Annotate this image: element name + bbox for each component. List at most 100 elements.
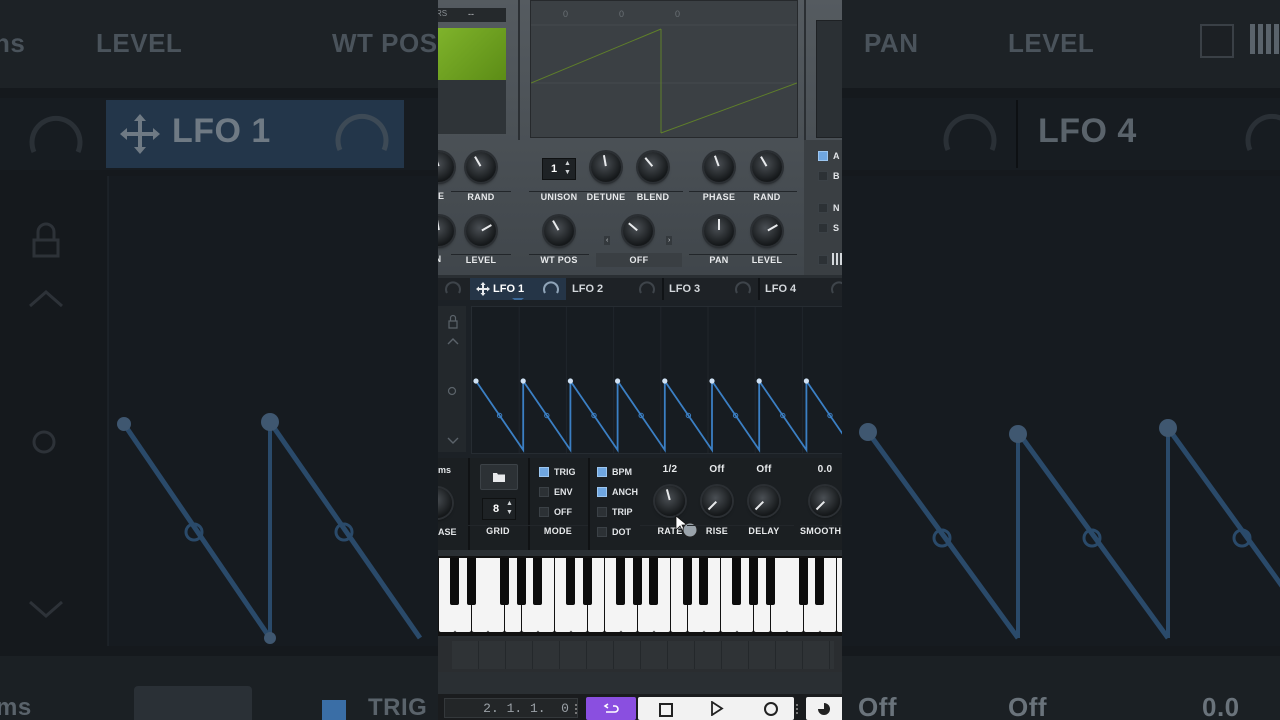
tab-loop-icon-prev (445, 281, 461, 294)
preset-folder-button[interactable] (480, 464, 518, 490)
bg-folder-button (134, 686, 252, 720)
detune-knob[interactable] (591, 152, 621, 182)
tab-lfo2-loop-icon[interactable] (638, 280, 656, 298)
lfo-point[interactable] (709, 378, 715, 384)
lfo-point[interactable] (615, 378, 621, 384)
tab-lfo3[interactable]: LFO 3 (669, 278, 700, 300)
unison-down-icon[interactable]: ▼ (564, 169, 571, 176)
lfo-graph[interactable] (471, 306, 842, 454)
grid-up-icon[interactable]: ▲ (506, 500, 513, 507)
lock-icon (448, 314, 458, 329)
tab-lfo4-loop-icon[interactable] (830, 280, 842, 298)
tab-lfo4[interactable]: LFO 4 (765, 278, 796, 300)
warp-next-icon[interactable]: › (666, 236, 673, 245)
grid-down-icon[interactable]: ▼ (506, 509, 513, 516)
left-knob-label: ASE (438, 527, 457, 537)
piano-keyboard[interactable] (438, 556, 842, 636)
unison-up-icon[interactable]: ▲ (564, 160, 571, 167)
black-key[interactable] (566, 558, 576, 605)
lfo-side-tools (438, 306, 466, 452)
black-key[interactable] (649, 558, 659, 605)
lfo-sawtooth-line[interactable] (475, 378, 842, 453)
black-key[interactable] (450, 558, 460, 605)
black-key[interactable] (748, 558, 758, 605)
stop-icon[interactable] (659, 703, 673, 717)
dot-check[interactable] (597, 527, 607, 537)
play-icon[interactable] (710, 701, 724, 716)
bpm-check[interactable] (597, 467, 607, 477)
white-key[interactable] (837, 558, 842, 632)
position-display[interactable]: 2. 1. 1. 0 (444, 698, 578, 718)
rise-knob[interactable] (702, 486, 732, 516)
lfo-point[interactable] (803, 378, 809, 384)
wavetable-display[interactable]: 0 0 0 (530, 0, 798, 138)
anch-check[interactable] (597, 487, 607, 497)
level-knob[interactable] (752, 216, 782, 246)
osc-a-check[interactable] (818, 151, 828, 161)
blend-knob[interactable] (638, 152, 668, 182)
trip-check[interactable] (597, 507, 607, 517)
move-icon[interactable] (475, 281, 491, 297)
metronome-button[interactable] (806, 697, 842, 720)
lfo-point[interactable] (473, 378, 479, 384)
bg-label-ms: ms (0, 694, 32, 720)
mode-env-label: ENV (554, 487, 573, 497)
rand-knob-left[interactable] (466, 152, 496, 182)
pan-knob-left[interactable] (438, 216, 454, 246)
black-key[interactable] (732, 558, 742, 605)
lfo-point[interactable] (567, 378, 573, 384)
mode-env-check[interactable] (539, 487, 549, 497)
lfo-point[interactable] (662, 378, 668, 384)
phase-knob-lfo[interactable] (438, 488, 452, 518)
black-key[interactable] (682, 558, 692, 605)
wavetable-thumb[interactable] (438, 28, 506, 80)
rand-knob[interactable] (752, 152, 782, 182)
loop-button[interactable] (586, 697, 636, 720)
warp-prev-icon[interactable]: ‹ (604, 236, 611, 245)
bpm-label: BPM (612, 467, 632, 477)
anch-label: ANCH (612, 487, 638, 497)
black-key[interactable] (516, 558, 526, 605)
black-key[interactable] (466, 558, 476, 605)
grid-stepper[interactable]: 8 ▲ ▼ (482, 498, 516, 520)
osc-b-check[interactable] (818, 171, 828, 181)
osc-n-check[interactable] (818, 203, 828, 213)
delay-knob[interactable] (749, 486, 779, 516)
black-key[interactable] (798, 558, 808, 605)
wt-pos-knob[interactable] (544, 216, 574, 246)
delay-label: DELAY (734, 525, 794, 536)
warp-knob[interactable] (623, 216, 653, 246)
tab-lfo2[interactable]: LFO 2 (572, 278, 603, 300)
black-key[interactable] (815, 558, 825, 605)
mode-trig-check[interactable] (539, 467, 549, 477)
black-key[interactable] (533, 558, 543, 605)
level-knob-left[interactable] (466, 216, 496, 246)
rate-knob[interactable] (655, 486, 685, 516)
unison-stepper[interactable]: 1 ▲ ▼ (542, 158, 576, 180)
osc-s-check[interactable] (818, 223, 828, 233)
bg-loop-icon-right (1245, 113, 1280, 151)
lfo-curve[interactable] (472, 307, 842, 453)
tab-lfo3-loop-icon[interactable] (734, 280, 752, 298)
phase-knob[interactable] (704, 152, 734, 182)
black-key[interactable] (765, 558, 775, 605)
lfo-point[interactable] (756, 378, 762, 384)
phase-knob-left[interactable] (438, 152, 454, 182)
osc-s-label: S (833, 223, 840, 233)
lfo-point[interactable] (520, 378, 526, 384)
black-key[interactable] (582, 558, 592, 605)
pan-knob[interactable] (704, 216, 734, 246)
smooth-knob[interactable] (810, 486, 840, 516)
black-key[interactable] (632, 558, 642, 605)
grid-value: 8 (493, 503, 500, 515)
black-key[interactable] (499, 558, 509, 605)
warp-mode-select[interactable]: OFF (596, 253, 682, 267)
tab-lfo1-loop-icon[interactable] (542, 280, 560, 298)
record-icon[interactable] (764, 702, 778, 716)
black-key[interactable] (699, 558, 709, 605)
mode-off-check[interactable] (539, 507, 549, 517)
bg-lfo1-label: LFO 1 (172, 112, 271, 150)
filter-check[interactable] (818, 255, 828, 265)
lfo-editor (438, 300, 842, 458)
black-key[interactable] (616, 558, 626, 605)
